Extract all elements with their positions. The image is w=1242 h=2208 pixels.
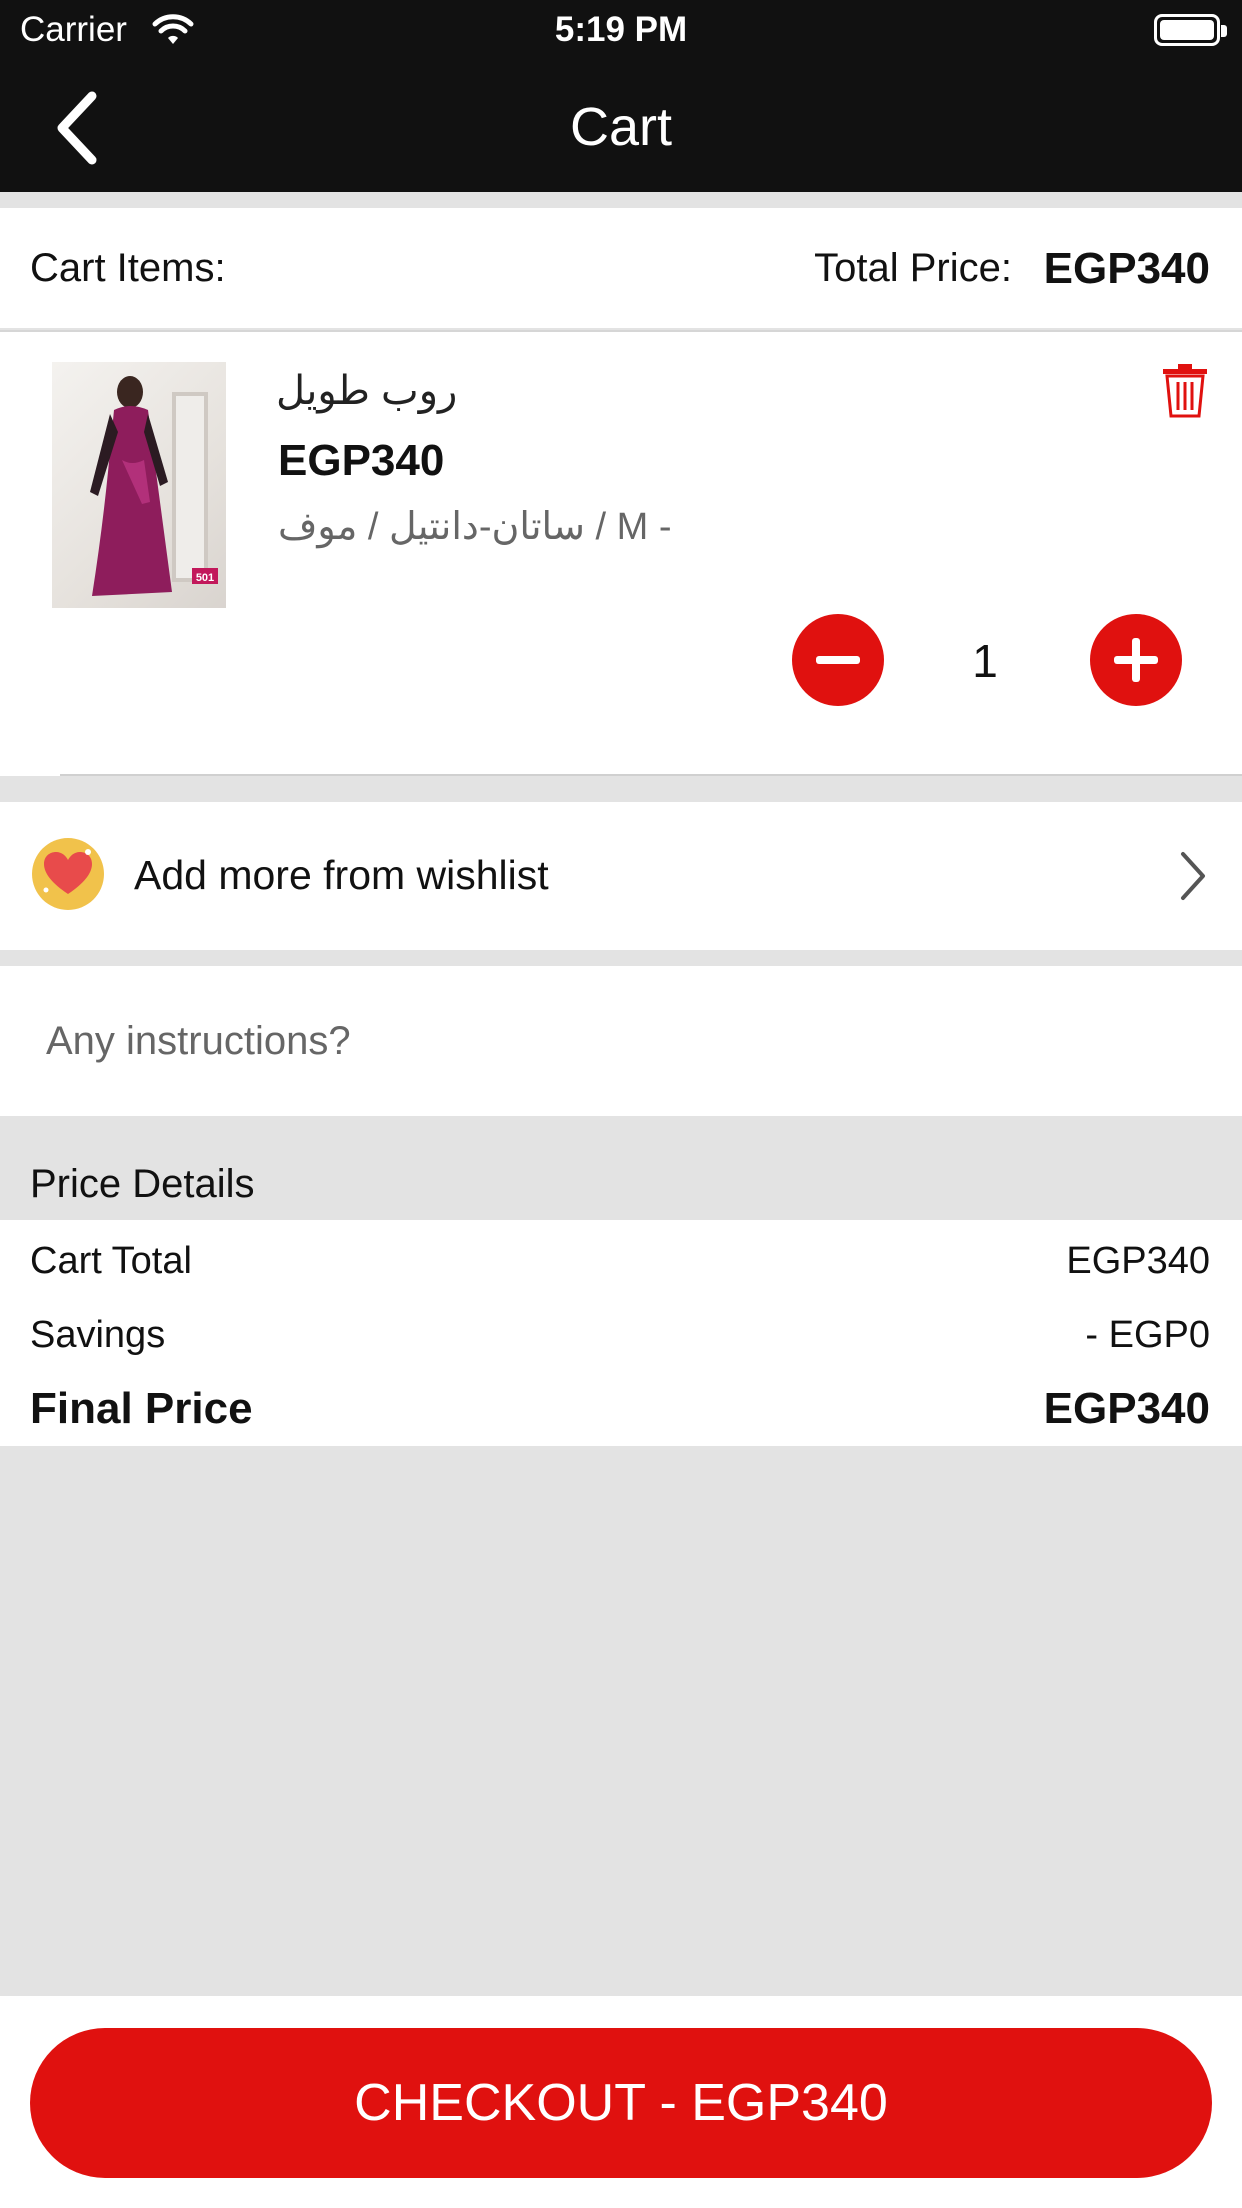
- add-from-wishlist-row[interactable]: Add more from wishlist: [0, 802, 1242, 950]
- divider: [60, 774, 1242, 776]
- wishlist-heart-icon: [32, 838, 104, 910]
- cart-total-row: Cart Total EGP340: [30, 1240, 1210, 1283]
- item-variant: ساتان-دانتيل / موف / M -: [278, 506, 672, 548]
- cart-items-label: Cart Items:: [30, 246, 226, 290]
- cart-total-value: EGP340: [1066, 1240, 1210, 1282]
- cart-item: 501 روب طويل EGP340 ساتان-دانتيل / موف /…: [0, 330, 1242, 776]
- price-details-title: Price Details: [30, 1162, 255, 1206]
- wishlist-label: Add more from wishlist: [134, 852, 549, 898]
- price-details-panel: Cart Total EGP340 Savings - EGP0 Final P…: [0, 1220, 1242, 1446]
- product-image[interactable]: 501: [52, 362, 226, 608]
- quantity-value: 1: [972, 635, 998, 687]
- chevron-right-icon: [1181, 852, 1205, 900]
- clock: 5:19 PM: [554, 10, 688, 49]
- final-price-row: Final Price EGP340: [30, 1384, 1210, 1434]
- instructions-input[interactable]: [0, 966, 1242, 1116]
- page-title: Cart: [569, 97, 672, 157]
- total-price-value: EGP340: [1043, 244, 1210, 293]
- cart-summary-header: Cart Items: Total Price: EGP340: [0, 208, 1242, 328]
- increase-quantity-button[interactable]: [1090, 614, 1182, 706]
- savings-value: - EGP0: [1085, 1314, 1210, 1356]
- cart-total-label: Cart Total: [30, 1240, 192, 1282]
- decrease-quantity-button[interactable]: [792, 614, 884, 706]
- savings-label: Savings: [30, 1314, 166, 1356]
- instructions-container: [0, 966, 1242, 1116]
- final-price-value: EGP340: [1043, 1384, 1210, 1433]
- checkout-button[interactable]: CHECKOUT - EGP340: [30, 2028, 1212, 2178]
- final-price-label: Final Price: [30, 1384, 253, 1433]
- status-bar: Carrier 5:19 PM: [0, 0, 1242, 62]
- item-name: روب طويل: [276, 369, 458, 413]
- product-photo-illustration: 501: [90, 376, 218, 596]
- top-bar: Carrier 5:19 PM Cart: [0, 0, 1242, 192]
- item-price: EGP340: [278, 436, 445, 485]
- battery-icon: [1154, 14, 1227, 46]
- product-badge: 501: [196, 572, 214, 584]
- total-price-label: Total Price:: [814, 246, 1012, 290]
- trash-icon[interactable]: [1160, 362, 1210, 418]
- savings-row: Savings - EGP0: [30, 1314, 1210, 1357]
